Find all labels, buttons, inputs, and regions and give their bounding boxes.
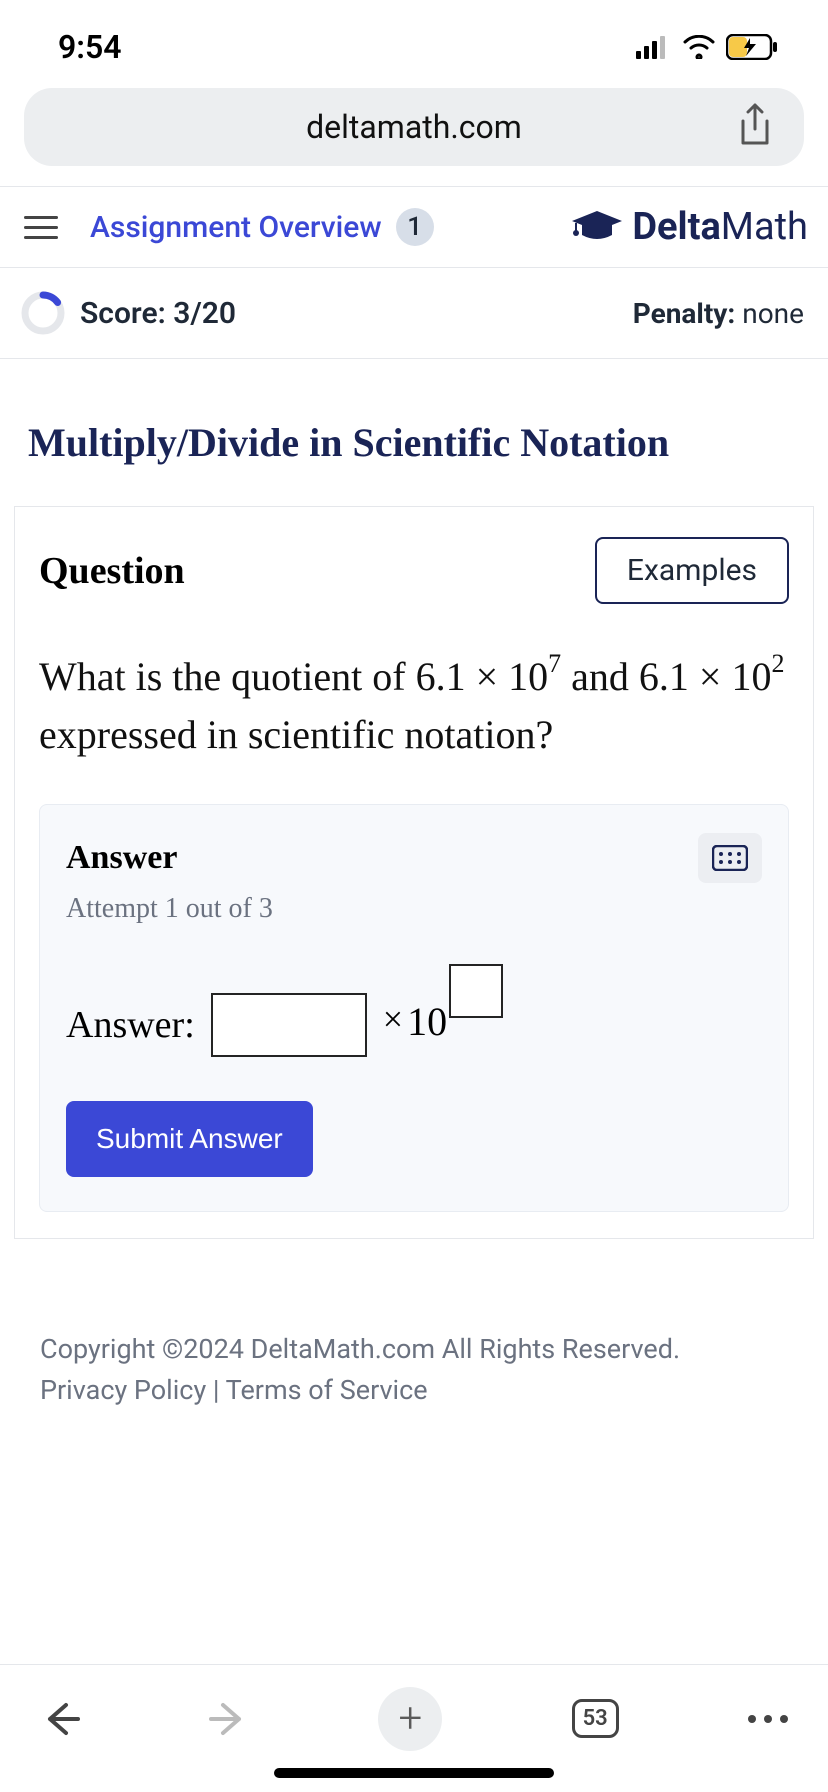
share-icon: [736, 103, 774, 147]
share-button[interactable]: [736, 103, 774, 151]
plus-icon: +: [378, 1687, 442, 1751]
footer: Copyright ©2024 DeltaMath.com All Rights…: [0, 1239, 828, 1410]
status-time: 9:54: [58, 28, 122, 66]
keyboard-icon: [712, 845, 748, 871]
graduation-cap-icon: [570, 209, 624, 245]
score-text: Score: 3/20: [80, 296, 236, 331]
question-card: Question Examples What is the quotient o…: [14, 506, 814, 1239]
answer-block: Answer Attempt 1 out of 3 Answer: × 10 S…: [39, 804, 789, 1212]
answer-prefix: Answer:: [66, 1003, 195, 1047]
question-heading: Question: [39, 549, 185, 593]
penalty-text: Penalty: none: [633, 297, 804, 330]
home-indicator[interactable]: [274, 1768, 554, 1778]
times-symbol: ×: [383, 998, 403, 1040]
exponent-input[interactable]: [449, 964, 503, 1018]
answer-input-row: Answer: × 10: [66, 993, 762, 1057]
new-tab-button[interactable]: +: [378, 1687, 442, 1751]
submit-answer-button[interactable]: Submit Answer: [66, 1101, 313, 1177]
footer-links[interactable]: Privacy Policy | Terms of Service: [40, 1370, 788, 1411]
more-icon: [748, 1715, 788, 1723]
menu-button[interactable]: [20, 210, 62, 245]
more-button[interactable]: [748, 1715, 788, 1723]
progress-ring-icon: [20, 290, 66, 336]
base-ten: 10: [407, 998, 447, 1045]
tab-count: 53: [572, 1699, 619, 1738]
forward-button[interactable]: [209, 1701, 249, 1737]
browser-chrome: deltamath.com: [0, 76, 828, 186]
wifi-icon: [682, 35, 716, 59]
question-text: What is the quotient of 6.1 × 107 and 6.…: [15, 604, 813, 804]
page-title: Multiply/Divide in Scientific Notation: [0, 359, 828, 506]
url-text: deltamath.com: [306, 108, 522, 146]
score-bar: Score: 3/20 Penalty: none: [0, 268, 828, 359]
address-bar[interactable]: deltamath.com: [24, 88, 804, 166]
app-header: Assignment Overview 1 DeltaMath: [0, 186, 828, 268]
assignment-count-badge: 1: [396, 208, 434, 246]
cellular-icon: [636, 35, 672, 59]
coefficient-input[interactable]: [211, 993, 367, 1057]
brand-logo[interactable]: DeltaMath: [570, 205, 808, 249]
answer-heading: Answer: [66, 839, 177, 877]
arrow-left-icon: [40, 1701, 80, 1737]
keypad-button[interactable]: [698, 833, 762, 883]
status-bar: 9:54: [0, 0, 828, 76]
examples-button[interactable]: Examples: [595, 537, 789, 604]
arrow-right-icon: [209, 1701, 249, 1737]
attempt-text: Attempt 1 out of 3: [66, 893, 762, 925]
assignment-overview-link[interactable]: Assignment Overview: [90, 210, 382, 245]
back-button[interactable]: [40, 1701, 80, 1737]
status-indicators: [636, 34, 780, 60]
copyright-text: Copyright ©2024 DeltaMath.com All Rights…: [40, 1329, 788, 1370]
tabs-button[interactable]: 53: [572, 1699, 619, 1738]
battery-charging-icon: [726, 34, 780, 60]
brand-text: DeltaMath: [632, 205, 808, 249]
